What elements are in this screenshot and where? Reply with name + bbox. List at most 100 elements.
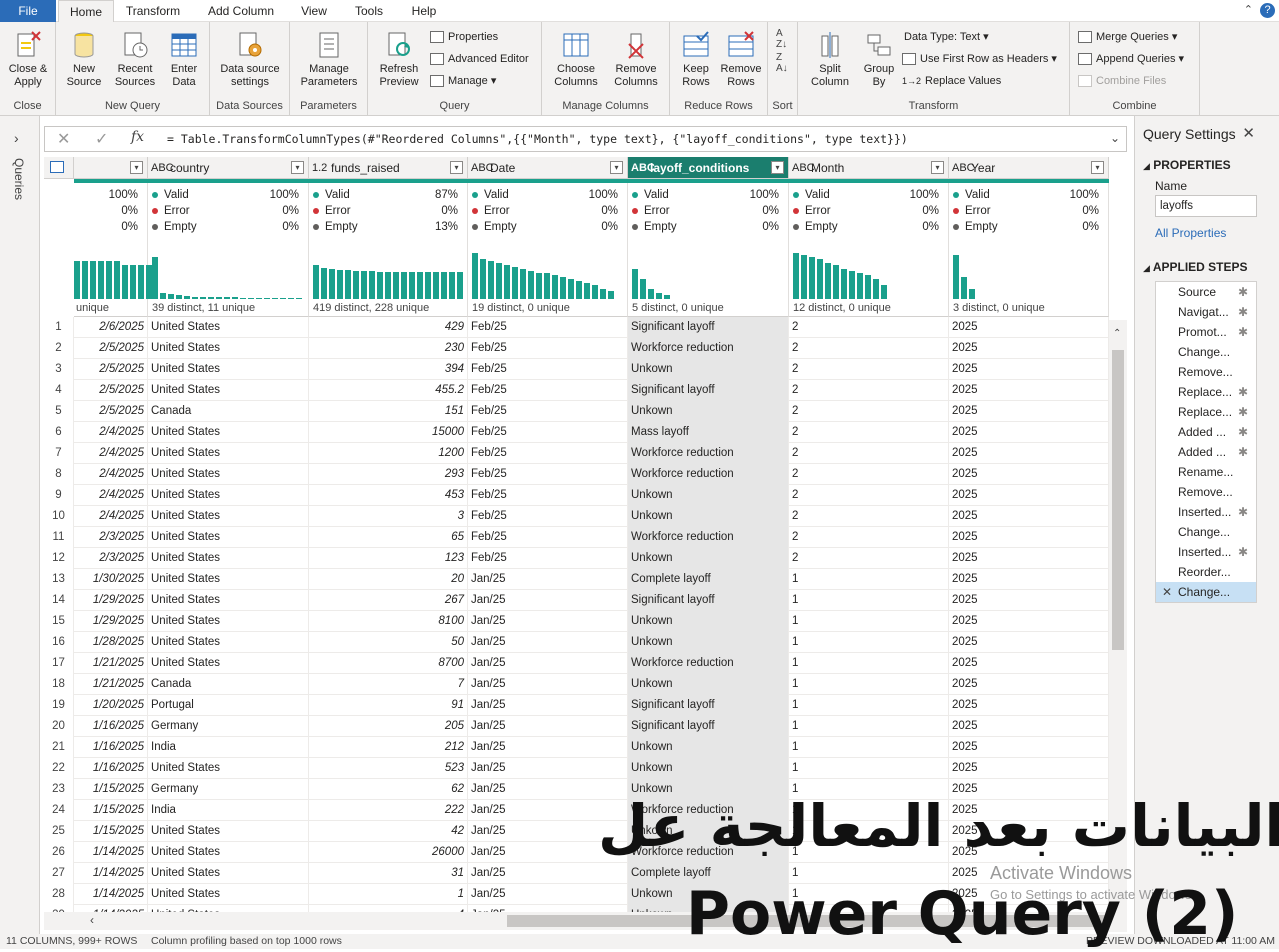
distribution-chart[interactable] [74, 257, 152, 299]
table-row[interactable]: 18 1/21/2025 Canada 7 Jan/25 Unkown 1 2025 [44, 674, 1109, 695]
table-cell[interactable]: India [148, 737, 309, 758]
table-cell[interactable]: 1 [789, 674, 949, 695]
replace-values-button[interactable]: 1→2 Replace Values [902, 72, 1001, 90]
table-cell[interactable]: 15000 [309, 422, 468, 443]
sort-descending-icon[interactable]: Z A↓ [776, 52, 788, 74]
distribution-chart[interactable] [152, 257, 302, 299]
table-cell[interactable]: 2025 [949, 653, 1109, 674]
table-cell[interactable]: 2 [789, 338, 949, 359]
table-cell[interactable]: Jan/25 [468, 590, 628, 611]
table-cell[interactable]: Portugal [148, 695, 309, 716]
table-cell[interactable]: Feb/25 [468, 401, 628, 422]
table-cell[interactable]: 1 [789, 695, 949, 716]
table-cell[interactable]: United States [148, 485, 309, 506]
table-cell[interactable]: India [148, 800, 309, 821]
table-cell[interactable]: 2025 [949, 338, 1109, 359]
table-row[interactable]: 16 1/28/2025 United States 50 Jan/25 Unkown 1 2… [44, 632, 1109, 653]
table-cell[interactable]: Unkown [628, 758, 789, 779]
filter-dropdown-icon[interactable]: ▾ [291, 161, 304, 174]
table-cell[interactable]: Unkown [628, 611, 789, 632]
step-settings-icon[interactable]: ✱ [1238, 282, 1248, 302]
table-cell[interactable]: 1/21/2025 [74, 653, 148, 674]
table-cell[interactable]: United States [148, 527, 309, 548]
table-cell[interactable]: 1/29/2025 [74, 590, 148, 611]
remove-columns-button[interactable]: Remove Columns [606, 26, 666, 89]
applied-step[interactable]: Change... [1156, 342, 1256, 362]
table-cell[interactable]: 205 [309, 716, 468, 737]
applied-step[interactable]: Remove... [1156, 482, 1256, 502]
applied-step[interactable]: ✕ Change... [1156, 582, 1256, 602]
queries-label[interactable]: Queries [12, 158, 26, 200]
enter-data-button[interactable]: Enter Data [162, 26, 206, 89]
table-cell[interactable]: Feb/25 [468, 422, 628, 443]
table-row[interactable]: 4 2/5/2025 United States 455.2 Feb/25 Signifi… [44, 380, 1109, 401]
table-cell[interactable]: 455.2 [309, 380, 468, 401]
merge-queries-button[interactable]: Merge Queries ▾ [1078, 28, 1177, 46]
table-cell[interactable]: 2/5/2025 [74, 338, 148, 359]
help-icon[interactable]: ? [1260, 3, 1275, 18]
table-cell[interactable]: 26000 [309, 842, 468, 863]
table-cell[interactable]: 2025 [949, 674, 1109, 695]
table-cell[interactable]: 2 [789, 359, 949, 380]
filter-dropdown-icon[interactable]: ▾ [931, 161, 944, 174]
table-cell[interactable]: 42 [309, 821, 468, 842]
table-cell[interactable]: 1 [789, 653, 949, 674]
step-settings-icon[interactable]: ✱ [1238, 422, 1248, 442]
use-first-row-headers-button[interactable]: Use First Row as Headers ▾ [902, 50, 1057, 68]
applied-step[interactable]: Remove... [1156, 362, 1256, 382]
table-cell[interactable]: 1 [789, 569, 949, 590]
table-row[interactable]: 6 2/4/2025 United States 15000 Feb/25 Mass la… [44, 422, 1109, 443]
table-cell[interactable]: United States [148, 884, 309, 905]
append-queries-button[interactable]: Append Queries ▾ [1078, 50, 1184, 68]
table-cell[interactable]: 1/30/2025 [74, 569, 148, 590]
split-column-button[interactable]: Split Column [802, 26, 858, 89]
close-apply-button[interactable]: Close & Apply [4, 26, 52, 89]
table-cell[interactable]: 8100 [309, 611, 468, 632]
filter-dropdown-icon[interactable]: ▾ [450, 161, 463, 174]
table-cell[interactable]: United States [148, 338, 309, 359]
table-cell[interactable]: Feb/25 [468, 485, 628, 506]
table-cell[interactable]: 2/4/2025 [74, 422, 148, 443]
table-cell[interactable]: Feb/25 [468, 464, 628, 485]
remove-rows-button[interactable]: Remove Rows [718, 26, 764, 89]
applied-step[interactable]: Promot... ✱ [1156, 322, 1256, 342]
properties-heading[interactable]: ◢ PROPERTIES [1143, 158, 1231, 172]
table-cell[interactable]: Jan/25 [468, 884, 628, 905]
table-cell[interactable]: Jan/25 [468, 611, 628, 632]
filter-dropdown-icon[interactable]: ▾ [771, 161, 784, 174]
table-cell[interactable]: 2025 [949, 548, 1109, 569]
column-header[interactable]: ▾ [74, 157, 148, 179]
table-row[interactable]: 20 1/16/2025 Germany 205 Jan/25 Significant l… [44, 716, 1109, 737]
table-cell[interactable]: 2/5/2025 [74, 380, 148, 401]
table-cell[interactable]: 293 [309, 464, 468, 485]
tab-file[interactable]: File [0, 0, 56, 22]
column-header[interactable]: ABC Date ▾ [468, 157, 628, 179]
table-cell[interactable]: United States [148, 590, 309, 611]
table-cell[interactable]: 2 [789, 443, 949, 464]
table-cell[interactable]: Feb/25 [468, 506, 628, 527]
distribution-chart[interactable] [313, 257, 463, 299]
table-cell[interactable]: 1 [789, 590, 949, 611]
table-cell[interactable]: United States [148, 359, 309, 380]
close-icon[interactable]: ✕ [1242, 124, 1255, 142]
delete-step-icon[interactable]: ✕ [1162, 582, 1172, 602]
table-cell[interactable]: 2/5/2025 [74, 401, 148, 422]
step-settings-icon[interactable]: ✱ [1238, 302, 1248, 322]
distribution-chart[interactable] [793, 253, 887, 299]
table-cell[interactable]: Significant layoff [628, 380, 789, 401]
table-row[interactable]: 1 2/6/2025 United States 429 Feb/25 Significa… [44, 317, 1109, 338]
combine-files-button[interactable]: Combine Files [1078, 72, 1166, 90]
group-by-button[interactable]: Group By [858, 26, 900, 89]
table-cell[interactable]: Unkown [628, 506, 789, 527]
table-cell[interactable]: Unkown [628, 485, 789, 506]
table-cell[interactable]: 2 [789, 485, 949, 506]
table-cell[interactable]: 2 [789, 380, 949, 401]
applied-step[interactable]: Inserted... ✱ [1156, 502, 1256, 522]
vertical-scroll-thumb[interactable] [1112, 350, 1124, 650]
table-cell[interactable]: Feb/25 [468, 548, 628, 569]
table-cell[interactable]: 2025 [949, 380, 1109, 401]
table-cell[interactable]: 2/4/2025 [74, 485, 148, 506]
table-cell[interactable]: Unkown [628, 674, 789, 695]
table-cell[interactable]: 2 [789, 548, 949, 569]
table-cell[interactable]: 2 [789, 464, 949, 485]
